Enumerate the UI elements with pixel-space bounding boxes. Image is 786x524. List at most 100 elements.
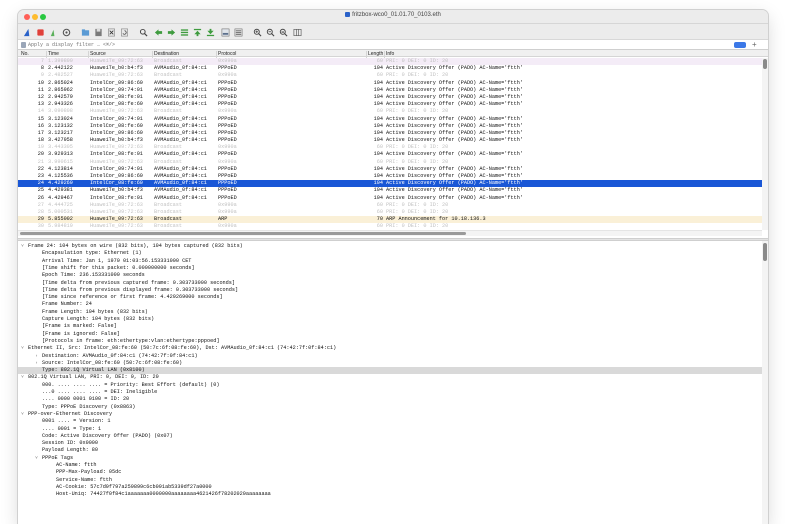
packet-row[interactable]: 22 4.123814 IntelCor_09:74:01 AVMAudio_0f:8… <box>18 165 762 173</box>
go-first-icon[interactable] <box>192 27 202 37</box>
packet-list-scrollbar[interactable] <box>762 58 768 230</box>
packet-row[interactable]: 29 5.855002 HuaweiTe_09:72:63 Broadcast ARP 7… <box>18 216 762 224</box>
details-scrollbar[interactable] <box>762 241 768 524</box>
detail-tree-item[interactable]: [Time shift for this packet: 0.000000000… <box>18 265 762 272</box>
packet-row[interactable]: 17 3.123217 IntelCor_09:86:60 AVMAudio_0f:8… <box>18 129 762 138</box>
column-header-time[interactable]: Time <box>46 50 59 58</box>
detail-tree-item[interactable]: [Time delta from previous captured frame… <box>18 280 762 287</box>
detail-tree-item[interactable]: .... 0001 = Type: 1 <box>18 426 762 433</box>
expanded-chevron-icon[interactable]: ˅ <box>20 243 25 250</box>
detail-tree-item[interactable]: .... 0000 0001 0100 = ID: 20 <box>18 396 762 403</box>
collapsed-chevron-icon[interactable]: › <box>34 353 39 360</box>
shark-fin-icon[interactable] <box>22 27 32 37</box>
expanded-chevron-icon[interactable]: ˅ <box>20 411 25 418</box>
display-filter-input[interactable] <box>20 41 750 49</box>
detail-tree-item[interactable]: Capture Length: 104 bytes (832 bits) <box>18 316 762 323</box>
packet-list-hscrollbar[interactable] <box>18 230 762 236</box>
detail-tree-item[interactable]: 0001 .... = Version: 1 <box>18 418 762 425</box>
detail-tree-item[interactable]: [Frame is ignored: False] <box>18 331 762 338</box>
detail-tree-item[interactable]: ˅ PPPoE Tags <box>18 455 762 462</box>
options-icon[interactable] <box>61 27 71 37</box>
scrollbar-thumb[interactable] <box>763 59 767 69</box>
go-to-packet-icon[interactable] <box>179 27 189 37</box>
save-file-icon[interactable] <box>93 27 103 37</box>
detail-tree-item[interactable]: › Source: IntelCor_08:fe:60 (50:7c:6f:08:… <box>18 360 762 367</box>
detail-tree-item[interactable]: ˅ Ethernet II, Src: IntelCor_08:fe:60 (50… <box>18 345 762 352</box>
column-header-source[interactable]: Source <box>88 50 106 58</box>
go-back-icon[interactable] <box>153 27 163 37</box>
packet-row[interactable]: 23 4.125536 IntelCor_09:86:60 AVMAudio_0f:8… <box>18 173 762 181</box>
packet-row[interactable]: 10 2.865024 IntelCor_09:86:60 AVMAudio_0f:8… <box>18 79 762 87</box>
zoom-normal-icon[interactable] <box>278 27 288 37</box>
packet-row[interactable]: 20 3.929313 IntelCor_08:fe:01 AVMAudio_0f:8… <box>18 151 762 159</box>
column-header-no[interactable]: No. <box>20 51 29 58</box>
detail-tree-item[interactable]: Type: 802.1Q Virtual LAN (0x8100) <box>18 367 762 375</box>
column-header-protocol[interactable]: Protocol <box>216 50 236 58</box>
packet-row[interactable]: 12 2.942579 IntelCor_08:fe:01 AVMAudio_0f:8… <box>18 93 762 102</box>
zoom-in-icon[interactable] <box>252 27 262 37</box>
go-forward-icon[interactable] <box>166 27 176 37</box>
packet-row[interactable]: 28 5.000531 HuaweiTe_09:72:63 Broadcast 0x99… <box>18 208 762 217</box>
packet-row[interactable]: 8 2.442122 HuaweiTe_b0:b4:f3 AVMAudio_0f:84… <box>18 65 762 73</box>
packet-row[interactable]: 24 4.429269 IntelCor_08:fe:60 AVMAudio_0f:8… <box>18 180 762 188</box>
detail-tree-item[interactable]: Type: PPPoE Discovery (0x8863) <box>18 404 762 411</box>
packet-row[interactable]: 21 3.990615 HuaweiTe_09:72:63 Broadcast 0x99… <box>18 158 762 166</box>
detail-tree-item[interactable]: ˅ PPP-over-Ethernet Discovery <box>18 411 762 418</box>
packet-row[interactable]: 9 2.482527 HuaweiTe_09:72:63 Broadcast 0x990… <box>18 72 762 80</box>
detail-tree-item[interactable]: › Destination: AVMAudio_0f:84:c1 (74:42:7… <box>18 353 762 360</box>
colorize-icon[interactable] <box>233 27 243 37</box>
expanded-chevron-icon[interactable]: ˅ <box>34 455 39 462</box>
scrollbar-thumb[interactable] <box>763 243 767 261</box>
expanded-chevron-icon[interactable]: ˅ <box>20 374 25 381</box>
packet-row[interactable]: 11 2.865962 IntelCor_09:74:01 AVMAudio_0f:8… <box>18 86 762 94</box>
open-file-icon[interactable] <box>80 27 90 37</box>
hscrollbar-thumb[interactable] <box>20 232 466 235</box>
find-icon[interactable] <box>138 27 148 37</box>
expanded-chevron-icon[interactable]: ˅ <box>20 345 25 352</box>
detail-tree-item[interactable]: Code: Active Discovery Offer (PADO) (0x0… <box>18 433 762 440</box>
packet-row[interactable]: 14 3.090808 HuaweiTe_09:72:63 Broadcast 0x99… <box>18 108 762 116</box>
detail-tree-item[interactable]: PPP-Max-Payload: 05dc <box>18 469 762 476</box>
collapsed-chevron-icon[interactable]: › <box>34 360 39 367</box>
packet-row[interactable]: 15 3.123024 IntelCor_09:74:01 AVMAudio_0f:8… <box>18 115 762 123</box>
detail-tree-item[interactable]: Arrival Time: Jan 1, 1970 01:03:56.15333… <box>18 258 762 265</box>
detail-tree-item[interactable]: 000. .... .... .... = Priority: Best Eff… <box>18 382 762 389</box>
detail-tree-item[interactable]: Payload Length: 80 <box>18 447 762 454</box>
detail-tree-item[interactable]: [Time delta from previous displayed fram… <box>18 287 762 294</box>
stop-icon[interactable] <box>35 27 45 37</box>
packet-row[interactable]: 13 2.943326 IntelCor_08:fe:60 AVMAudio_0f:8… <box>18 101 762 109</box>
detail-tree-item[interactable]: ˅ 802.1Q Virtual LAN, PRI: 0, DEI: 0, ID:… <box>18 374 762 381</box>
detail-tree-item[interactable]: ˅ Frame 24: 104 bytes on wire (832 bits),… <box>18 243 762 250</box>
add-filter-button-icon[interactable]: + <box>752 40 757 50</box>
detail-tree-item[interactable]: [Frame is marked: False] <box>18 323 762 330</box>
detail-tree-item[interactable]: [Time since reference or first frame: 4.… <box>18 294 762 301</box>
detail-tree-item[interactable]: Encapsulation type: Ethernet (1) <box>18 250 762 257</box>
packet-row[interactable]: 7 1.399800 HuaweiTe_09:72:63 Broadcast 0x990… <box>18 58 762 66</box>
column-header-info[interactable]: Info <box>384 50 394 58</box>
zoom-out-icon[interactable] <box>265 27 275 37</box>
detail-tree-item[interactable]: [Protocols in frame: eth:ethertype:vlan:… <box>18 338 762 345</box>
apply-filter-button[interactable] <box>734 42 746 48</box>
detail-tree-item[interactable]: AC-Name: ftth <box>18 462 762 469</box>
detail-tree-item[interactable]: ...0 .... .... .... = DEI: Ineligible <box>18 389 762 396</box>
restart-icon[interactable] <box>48 27 58 37</box>
detail-tree-item[interactable]: Epoch Time: 236.153331000 seconds <box>18 272 762 279</box>
packet-row[interactable]: 26 4.429467 IntelCor_08:fe:01 AVMAudio_0f:8… <box>18 194 762 202</box>
autoscroll-icon[interactable] <box>220 27 230 37</box>
detail-tree-item[interactable]: Frame Length: 104 bytes (832 bits) <box>18 309 762 316</box>
packet-row[interactable]: 16 3.123132 IntelCor_08:fe:60 AVMAudio_0f:8… <box>18 122 762 130</box>
detail-tree-item[interactable]: Frame Number: 24 <box>18 301 762 308</box>
detail-tree-item[interactable]: Session ID: 0x0000 <box>18 440 762 447</box>
detail-tree-item[interactable]: AC-Cookie: 57c7d9f797a259899c6cb091ab533… <box>18 484 762 491</box>
detail-tree-item[interactable]: Host-Uniq: 74427f0f84c1aaaaaaa0000000aaa… <box>18 491 762 498</box>
column-header-destination[interactable]: Destination <box>152 50 179 58</box>
column-header-length[interactable]: Length <box>366 50 383 58</box>
packet-row[interactable]: 25 4.429381 HuaweiTe_b0:b4:f3 AVMAudio_0f:8… <box>18 187 762 195</box>
packet-row[interactable]: 19 3.443305 HuaweiTe_09:72:63 Broadcast 0x99… <box>18 144 762 152</box>
close-file-icon[interactable] <box>106 27 116 37</box>
packet-row[interactable]: 27 4.444725 HuaweiTe_09:72:63 Broadcast 0x99… <box>18 201 762 209</box>
resize-columns-icon[interactable] <box>292 27 302 37</box>
reload-icon[interactable] <box>119 27 129 37</box>
packet-row[interactable]: 18 3.427958 HuaweiTe_b0:b4:f3 AVMAudio_0f:8… <box>18 137 762 145</box>
detail-tree-item[interactable]: Service-Name: ftth <box>18 477 762 484</box>
